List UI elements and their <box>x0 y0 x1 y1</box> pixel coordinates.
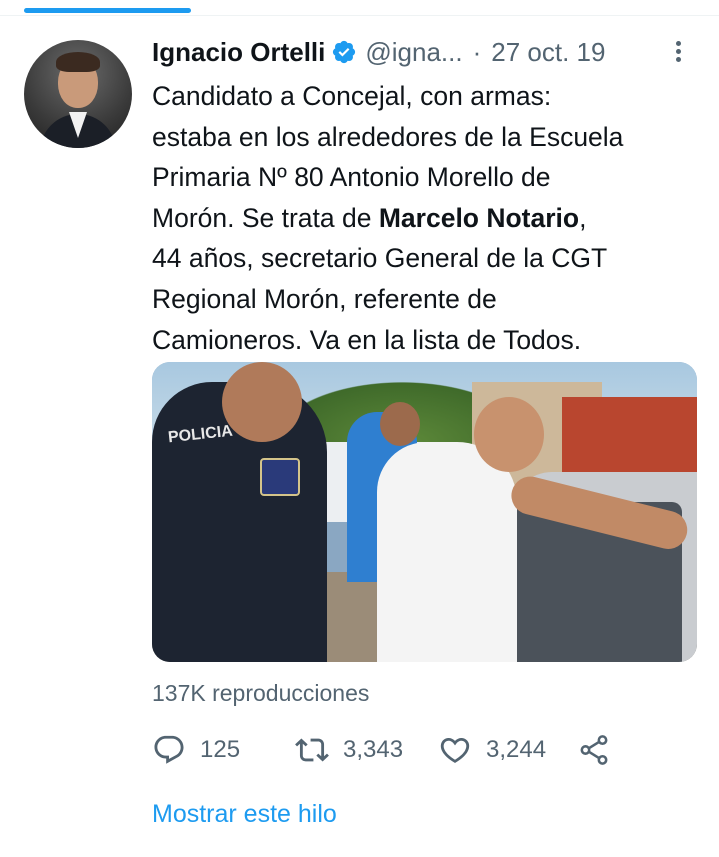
tweet-text-line: Regional Morón, referente de <box>152 283 497 314</box>
view-count: 137K reproducciones <box>152 680 370 706</box>
separator: · <box>472 36 482 67</box>
like-count: 3,244 <box>486 736 547 763</box>
retweet-icon <box>295 738 329 762</box>
tweet-text-line: Candidato a Concejal, con armas: <box>152 81 552 111</box>
share-button[interactable] <box>577 733 611 767</box>
text-segment: Morón. Se trata de <box>152 202 379 233</box>
author-name[interactable]: Ignacio Ortelli <box>152 37 325 68</box>
police-badge <box>260 458 300 496</box>
tweet-text-line: Primaria Nº 80 Antonio Morello de <box>152 162 551 193</box>
tweet-date[interactable]: 27 oct. 19 <box>491 37 605 68</box>
like-icon <box>440 737 470 763</box>
reply-count: 125 <box>200 736 241 763</box>
like-button[interactable]: 3,244 <box>438 733 577 767</box>
tweet-text-line: estaba en los alrededores de la Escuela <box>152 121 624 152</box>
tweet-header: Ignacio Ortelli @igna... · 27 oct. 19 <box>152 34 605 70</box>
divider <box>0 15 719 16</box>
tweet-text-line: Morón. Se trata de Marcelo Notario, <box>152 198 704 239</box>
bold-name: Marcelo Notario <box>378 202 580 233</box>
tweet-text-line: 44 años, secretario General de la CGT <box>152 243 608 274</box>
action-bar: 125 3,343 3,244 <box>152 730 611 770</box>
tweet-text-line: Camioneros. Va en la lista de Todos. <box>152 324 582 355</box>
show-thread-link[interactable]: Mostrar este hilo <box>152 800 337 829</box>
reply-icon <box>154 735 184 764</box>
text-segment: , <box>579 202 587 233</box>
reply-button[interactable]: 125 <box>152 733 295 767</box>
verified-badge-icon <box>331 39 357 65</box>
share-icon <box>580 735 608 765</box>
more-icon[interactable] <box>668 38 688 66</box>
avatar[interactable] <box>24 40 132 148</box>
author-handle[interactable]: @igna... <box>365 37 462 68</box>
retweet-count: 3,343 <box>343 736 404 763</box>
tweet-text: Candidato a Concejal, con armas: estaba … <box>152 76 704 360</box>
tab-indicator <box>24 8 191 13</box>
retweet-button[interactable]: 3,343 <box>295 733 438 767</box>
tweet-video[interactable]: POLICIA <box>152 362 697 662</box>
